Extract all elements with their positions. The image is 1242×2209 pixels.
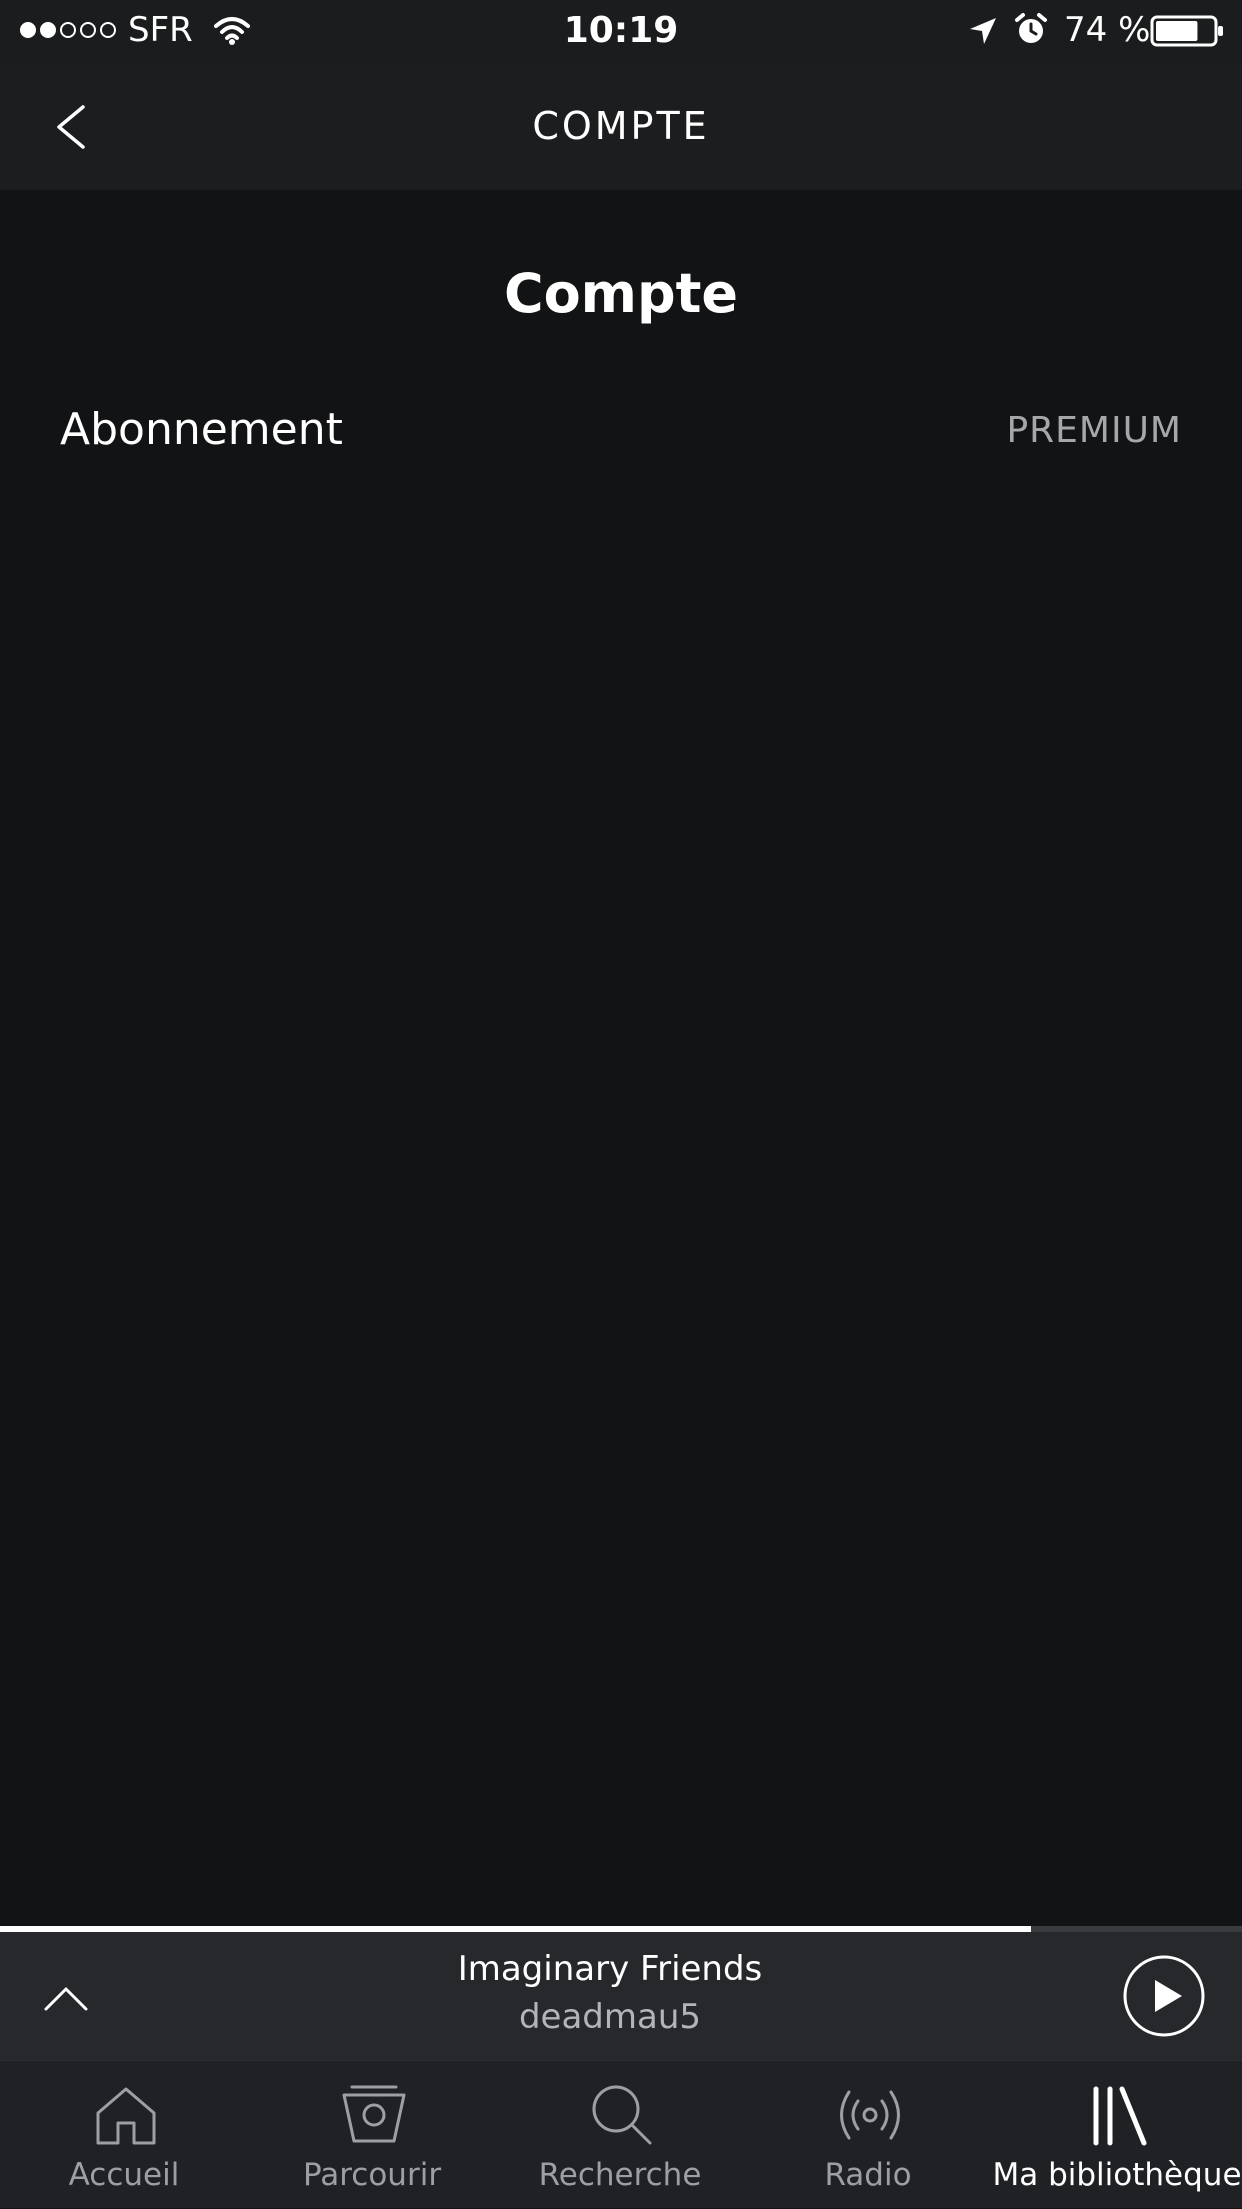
location-arrow-icon xyxy=(970,18,996,44)
subscription-label: Abonnement xyxy=(60,404,343,455)
expand-player-button[interactable] xyxy=(36,1968,96,2028)
subscription-value: PREMIUM xyxy=(1006,410,1182,451)
search-icon xyxy=(592,2085,652,2145)
play-icon xyxy=(1155,1980,1182,2012)
status-bar: SFR 10:19 74 % xyxy=(0,0,1242,62)
track-info[interactable]: Imaginary Friends deadmau5 xyxy=(200,1946,1020,2042)
alarm-icon xyxy=(1015,13,1047,43)
tab-browse[interactable]: Parcourir xyxy=(248,2061,496,2209)
tab-radio[interactable]: Radio xyxy=(744,2061,992,2209)
track-artist: deadmau5 xyxy=(518,1997,702,2037)
radio-icon xyxy=(840,2090,900,2140)
navigation-header: COMPTE xyxy=(0,62,1242,190)
tab-label: Parcourir xyxy=(302,2157,442,2193)
tab-bar: Accueil Parcourir Recherche Radio Ma bib… xyxy=(0,2060,1242,2208)
tab-home[interactable]: Accueil xyxy=(0,2061,248,2209)
battery-percentage: 74 % xyxy=(1064,10,1151,50)
now-playing-bar[interactable]: Imaginary Friends deadmau5 xyxy=(0,1932,1242,2060)
tab-search[interactable]: Recherche xyxy=(496,2061,744,2209)
battery-icon xyxy=(1150,15,1223,47)
tab-label: Accueil xyxy=(68,2157,180,2193)
subscription-row[interactable]: Abonnement PREMIUM xyxy=(0,390,1242,474)
tab-label: Recherche xyxy=(538,2157,702,2193)
browse-icon xyxy=(342,2085,406,2143)
status-clock: 10:19 xyxy=(563,10,679,51)
library-icon xyxy=(1093,2086,1147,2146)
track-title: Imaginary Friends xyxy=(457,1949,763,1989)
page-title: Compte xyxy=(503,262,739,325)
tab-library[interactable]: Ma bibliothèque xyxy=(992,2061,1242,2209)
tab-label: Ma bibliothèque xyxy=(992,2157,1242,2193)
home-icon xyxy=(96,2087,156,2145)
chevron-up-icon xyxy=(44,1987,88,2011)
header-title: COMPTE xyxy=(532,104,710,148)
tab-label: Radio xyxy=(824,2157,912,2193)
play-button[interactable] xyxy=(1122,1954,1206,2038)
account-content: Compte Abonnement PREMIUM xyxy=(0,190,1242,1928)
